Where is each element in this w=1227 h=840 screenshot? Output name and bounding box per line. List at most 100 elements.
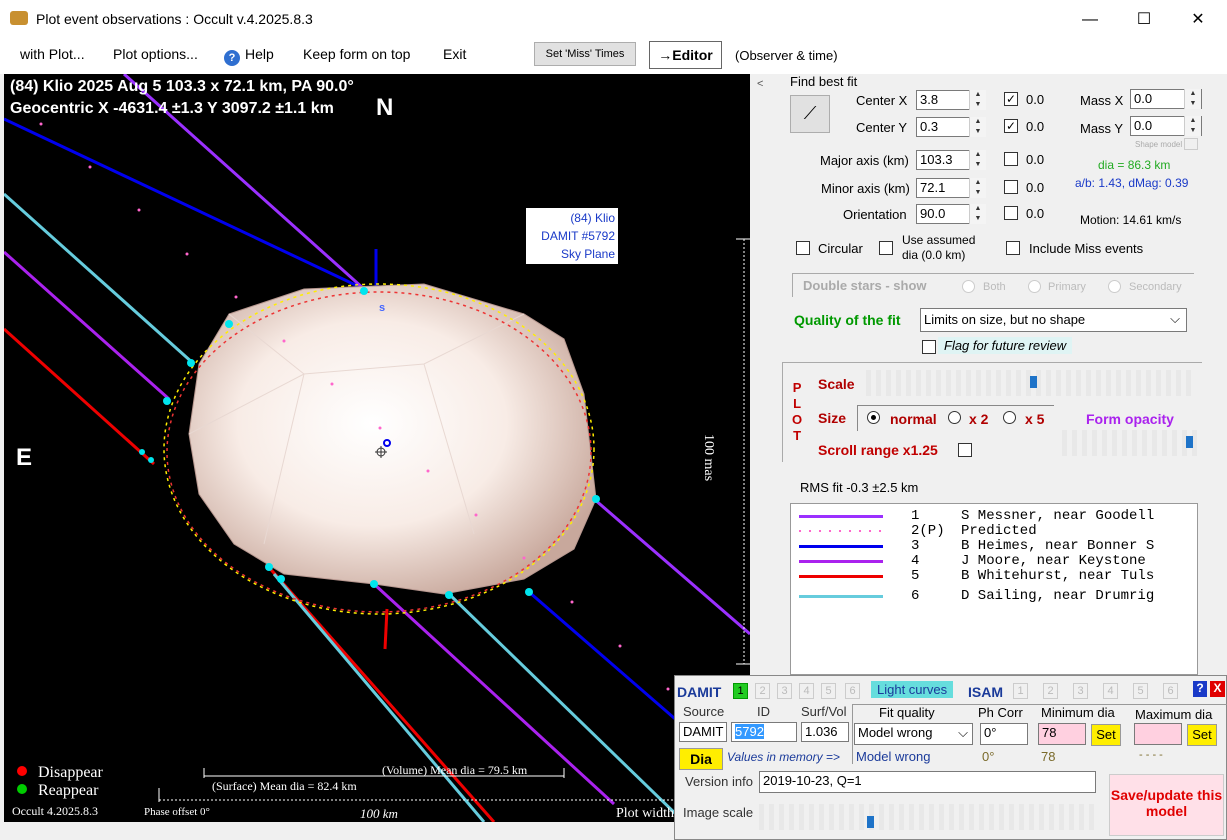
plot-header-line1: (84) Klio 2025 Aug 5 103.3 x 72.1 km, PA… [10, 78, 354, 95]
quality-select[interactable]: Limits on size, but no shape ⌵ [920, 308, 1187, 332]
orientation-checkbox[interactable] [1004, 206, 1018, 220]
major-axis-spinner[interactable]: ▲ ▼ [969, 150, 986, 170]
major-axis-checkbox[interactable] [1004, 152, 1018, 166]
size-x2-radio[interactable] [948, 411, 961, 424]
find-best-fit-button[interactable]: ⟋ [790, 95, 830, 133]
scale-slider[interactable] [866, 370, 1196, 396]
mass-y-spinner[interactable]: ▲ ▼ [1184, 116, 1201, 136]
plot-letter: O [792, 412, 803, 427]
phcorr-input[interactable]: 0° [980, 723, 1028, 745]
size-normal-radio[interactable] [867, 411, 880, 424]
chevron-down-icon: ⌵ [958, 725, 968, 740]
legend-text: S Messner, near Goodell [961, 508, 1155, 524]
scroll-range-checkbox[interactable] [958, 443, 972, 457]
light-curves-button[interactable]: Light curves [871, 681, 954, 698]
max-dia-label: Maximum dia [1135, 707, 1213, 722]
circular-checkbox[interactable] [796, 241, 810, 255]
isam-tab-1[interactable]: 1 [1013, 683, 1028, 699]
both-radio[interactable] [962, 280, 975, 293]
legend-line [799, 515, 883, 518]
shape-model-checkbox[interactable] [1184, 138, 1198, 150]
plot-vertical-label: P L O T [792, 380, 802, 444]
minor-axis-checkbox[interactable] [1004, 180, 1018, 194]
major-axis-value: 0.0 [1026, 152, 1045, 167]
menu-exit[interactable]: Exit [443, 46, 466, 62]
help-icon[interactable]: ? [1193, 681, 1207, 697]
mass-x-spinner[interactable]: ▲ ▼ [1184, 89, 1201, 109]
minor-axis-spinner[interactable]: ▲ ▼ [969, 178, 986, 198]
legend-line [799, 595, 883, 598]
primary-radio[interactable] [1028, 280, 1041, 293]
surfvol-input[interactable]: 1.036 [801, 722, 849, 742]
id-input[interactable]: 5792 [731, 722, 797, 742]
source-input[interactable]: DAMIT [679, 722, 727, 742]
window-title: Plot event observations : Occult v.4.202… [36, 11, 313, 27]
damit-tab-1[interactable]: 1 [733, 683, 748, 699]
form-opacity-slider-thumb[interactable] [1186, 436, 1193, 448]
chevron-down-icon: ⌵ [1170, 311, 1180, 326]
north-label: N [376, 94, 394, 121]
disappear-label: Disappear [38, 764, 103, 781]
legend-line [799, 560, 883, 563]
max-dia-set-button[interactable]: Set [1187, 724, 1217, 746]
isam-tab-6[interactable]: 6 [1163, 683, 1178, 699]
menu-help[interactable]: ? Help [224, 46, 274, 66]
min-dia-input[interactable]: 78 [1038, 723, 1086, 745]
ab-dmag-value: a/b: 1.43, dMag: 0.39 [1075, 176, 1189, 190]
menu-keep-on-top[interactable]: Keep form on top [303, 46, 410, 62]
use-assumed-checkbox[interactable] [879, 241, 893, 255]
collapse-chevron-icon[interactable]: < [757, 78, 763, 90]
legend-text: B Whitehurst, near Tuls [961, 568, 1155, 584]
help-icon: ? [224, 50, 240, 66]
plot-letter: T [793, 428, 802, 443]
include-miss-checkbox[interactable] [1006, 241, 1020, 255]
radio-dot [871, 415, 876, 420]
fit-quality-select[interactable]: Model wrong ⌵ [854, 723, 973, 745]
secondary-radio[interactable] [1108, 280, 1121, 293]
set-miss-times-button[interactable]: Set 'Miss' Times [534, 42, 636, 66]
center-x-checkbox[interactable]: ✓ [1004, 92, 1018, 106]
center-x-spinner[interactable]: ▲ ▼ [969, 90, 986, 110]
model-label-line: Sky Plane [560, 247, 615, 261]
isam-tab-3[interactable]: 3 [1073, 683, 1088, 699]
image-scale-slider[interactable] [759, 804, 1096, 830]
damit-tab-2[interactable]: 2 [755, 683, 770, 699]
max-dia-input[interactable] [1134, 723, 1182, 745]
form-opacity-slider[interactable] [1062, 430, 1198, 456]
min-dia-set-button[interactable]: Set [1091, 724, 1121, 746]
legend-row: 3 B Heimes, near Bonner S [799, 538, 1199, 554]
center-y-value: 0.0 [1026, 119, 1045, 134]
damit-tab-6[interactable]: 6 [845, 683, 860, 699]
maximize-button[interactable]: ☐ [1126, 8, 1162, 32]
isam-tab-4[interactable]: 4 [1103, 683, 1118, 699]
legend-text: J Moore, near Keystone [961, 553, 1146, 569]
image-scale-slider-thumb[interactable] [867, 816, 874, 828]
save-update-model-button[interactable]: Save/update this model [1109, 774, 1224, 836]
isam-tab-5[interactable]: 5 [1133, 683, 1148, 699]
editor-button[interactable]: →Editor [649, 41, 722, 69]
orientation-spinner[interactable]: ▲ ▼ [969, 204, 986, 224]
plot-area[interactable]: (84) Klio 2025 Aug 5 103.3 x 72.1 km, PA… [4, 74, 750, 822]
chord-4-line [4, 250, 170, 401]
version-info-input[interactable]: 2019-10-23, Q=1 [759, 771, 1096, 793]
damit-tab-5[interactable]: 5 [821, 683, 836, 699]
scale-slider-thumb[interactable] [1030, 376, 1037, 388]
flag-review-checkbox[interactable] [922, 340, 936, 354]
dia-button[interactable]: Dia [679, 748, 723, 770]
damit-close-button[interactable]: X [1210, 681, 1225, 697]
menu-with-plot[interactable]: with Plot... [20, 46, 85, 62]
close-button[interactable]: ✕ [1180, 8, 1216, 32]
damit-tab-4[interactable]: 4 [799, 683, 814, 699]
id-label: ID [757, 704, 770, 719]
scale-label: Scale [818, 376, 855, 392]
size-x5-radio[interactable] [1003, 411, 1016, 424]
center-y-checkbox[interactable]: ✓ [1004, 119, 1018, 133]
isam-tab-2[interactable]: 2 [1043, 683, 1058, 699]
menu-plot-options[interactable]: Plot options... [113, 46, 198, 62]
center-y-spinner[interactable]: ▲ ▼ [969, 117, 986, 137]
legend-row: 4 J Moore, near Keystone [799, 553, 1199, 569]
id-selected-text: 5792 [735, 724, 764, 739]
size-x5-label: x 5 [1025, 411, 1045, 427]
minimize-button[interactable]: — [1072, 8, 1108, 32]
damit-tab-3[interactable]: 3 [777, 683, 792, 699]
